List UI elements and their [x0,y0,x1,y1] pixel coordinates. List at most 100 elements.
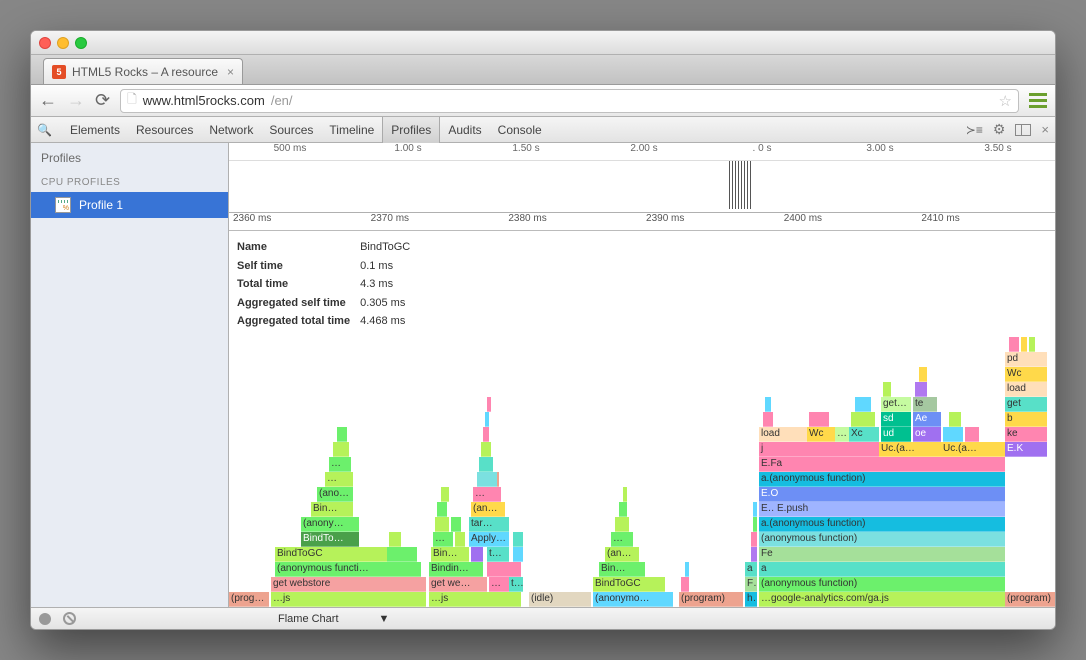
settings-icon[interactable]: ⚙ [993,121,1006,138]
flame-frame[interactable]: (anonymous functi… [275,562,421,577]
traffic-zoom-icon[interactable] [75,37,87,49]
flame-frame[interactable] [753,517,757,532]
flame-frame[interactable]: (program) [679,592,743,607]
flame-frame[interactable]: Uc.(a… [879,442,941,457]
forward-button[interactable]: → [67,90,85,111]
flame-frame[interactable]: (an… [471,502,505,517]
flame-frame[interactable] [487,562,521,577]
flame-frame[interactable]: (anonymo… [593,592,673,607]
flame-frame[interactable] [477,472,497,487]
flame-frame[interactable]: BindTo… [301,532,359,547]
flame-frame[interactable]: sd [881,412,911,427]
flame-frame[interactable]: Xc [849,427,879,442]
flame-frame[interactable] [851,412,875,427]
flame-frame[interactable]: Wc [1005,367,1047,382]
flame-frame[interactable] [919,367,927,382]
flame-frame[interactable] [751,532,757,547]
flame-frame[interactable]: Ae [913,412,941,427]
flame-frame[interactable] [615,517,629,532]
flame-frame[interactable] [435,517,449,532]
flame-frame[interactable]: (an… [605,547,639,562]
flame-frame[interactable]: ud [881,427,911,442]
dock-side-icon[interactable] [1015,124,1031,136]
devtools-tab-resources[interactable]: Resources [128,117,201,143]
close-tab-icon[interactable]: × [227,65,234,79]
flame-frame[interactable] [485,412,489,427]
flame-frame[interactable]: load [1005,382,1047,397]
devtools-tab-audits[interactable]: Audits [440,117,489,143]
flame-frame[interactable]: Wc [807,427,835,442]
flame-chart[interactable]: NameBindToGCSelf time0.1 msTotal time4.3… [229,231,1055,607]
inspect-icon[interactable]: 🔍 [37,123,52,137]
flame-frame[interactable]: … [473,487,501,502]
flame-frame[interactable] [513,547,523,562]
flame-frame[interactable]: E… [759,502,775,517]
flame-frame[interactable]: BindToGC [275,547,387,562]
flame-frame[interactable] [809,412,829,427]
flame-frame[interactable] [333,442,349,457]
flame-frame[interactable] [437,502,447,517]
flame-frame[interactable]: j [759,442,879,457]
flame-frame[interactable]: (anony… [301,517,359,532]
flame-frame[interactable]: get webstore [271,577,426,592]
flame-frame[interactable]: E.O [759,487,1005,502]
flame-frame[interactable]: (idle) [529,592,591,607]
flame-frame[interactable]: BindToGC [593,577,665,592]
flame-frame[interactable] [765,397,771,412]
devtools-tab-network[interactable]: Network [201,117,261,143]
flame-frame[interactable]: te [913,397,937,412]
url-input[interactable]: 🗋 www.html5rocks.com/en/ ☆ [120,89,1019,113]
flame-frame[interactable]: Uc.(a… [941,442,1005,457]
flame-frame[interactable]: Fe [759,547,1005,562]
flame-frame[interactable] [513,532,523,547]
flame-frame[interactable]: Fe [745,577,757,592]
flame-frame[interactable]: a [759,562,1005,577]
flame-frame[interactable] [751,547,757,562]
flame-frame[interactable] [483,427,489,442]
flame-frame[interactable]: (anonymous function) [759,532,1005,547]
flame-frame[interactable]: b [1005,412,1047,427]
flame-frame[interactable] [389,532,401,547]
flame-frame[interactable]: … [325,472,353,487]
flame-frame[interactable] [883,382,891,397]
flame-frame[interactable]: Apply… [469,532,509,547]
flame-frame[interactable]: ta… [509,577,523,592]
chrome-menu-button[interactable] [1029,93,1047,108]
flame-frame[interactable]: oe [913,427,941,442]
flame-frame[interactable]: (anonymous function) [759,577,1005,592]
flame-frame[interactable] [915,382,927,397]
flame-frame[interactable] [471,547,483,562]
flame-frame[interactable]: … [329,457,351,472]
flame-frame[interactable]: ta… [487,547,509,562]
traffic-minimize-icon[interactable] [57,37,69,49]
flame-frame[interactable] [387,547,417,562]
overview-timeline[interactable]: 500 ms1.00 s1.50 s2.00 s. 0 s3.00 s3.50 … [229,143,1055,213]
flame-frame[interactable]: E.push [775,502,1005,517]
flame-frame[interactable]: ke [1005,427,1047,442]
flame-frame[interactable] [1021,337,1027,352]
back-button[interactable]: ← [39,90,57,111]
browser-tab[interactable]: 5 HTML5 Rocks – A resource × [43,58,243,84]
flame-frame[interactable]: get we… [429,577,487,592]
flame-frame[interactable] [441,487,449,502]
flame-frame[interactable] [451,517,461,532]
bookmark-icon[interactable]: ☆ [999,92,1012,110]
flame-frame[interactable] [455,532,465,547]
flame-frame[interactable]: … [433,532,453,547]
flame-frame[interactable] [753,502,757,517]
flame-frame[interactable] [855,397,871,412]
flame-frame[interactable] [1009,337,1019,352]
traffic-close-icon[interactable] [39,37,51,49]
devtools-tab-console[interactable]: Console [490,117,550,143]
flame-frame[interactable] [681,577,689,592]
flame-frame[interactable]: … [611,532,633,547]
flame-frame[interactable] [337,427,347,442]
flame-frame[interactable]: Bin… [311,502,353,517]
flame-frame[interactable]: …google-analytics.com/ga.js [759,592,1005,607]
view-selector[interactable]: Flame Chart ▼ [278,613,389,625]
flame-frame[interactable]: …js [429,592,521,607]
flame-frame[interactable]: (program) [1005,592,1055,607]
flame-frame[interactable]: Bindin… [429,562,483,577]
flame-frame[interactable]: get … [881,397,911,412]
flame-frame[interactable]: a [745,562,757,577]
